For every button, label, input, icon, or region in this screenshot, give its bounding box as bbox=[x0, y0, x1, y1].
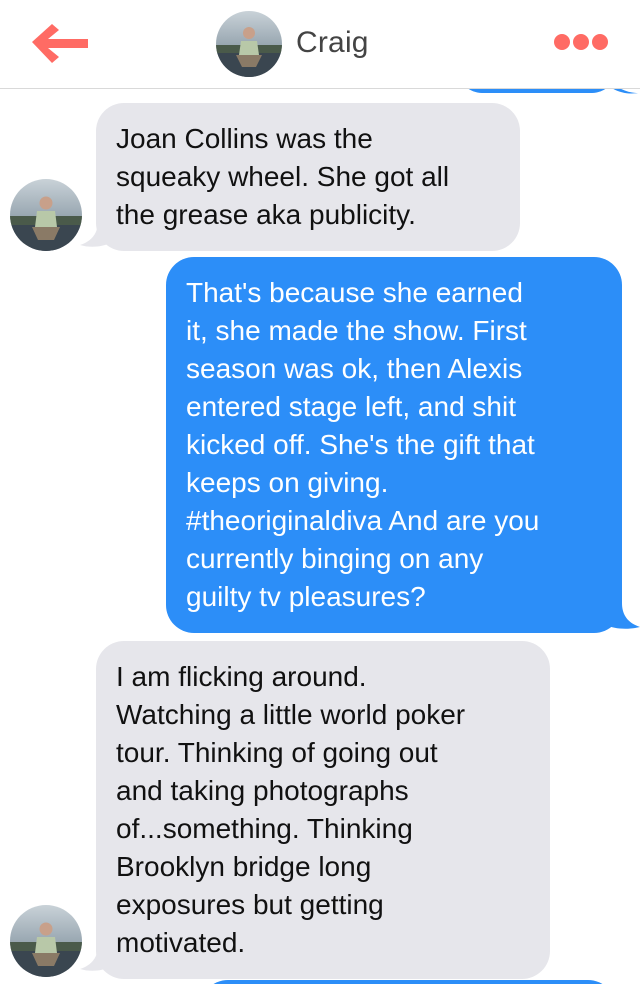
message-line: I am flicking around. bbox=[116, 661, 367, 692]
partial-outgoing-bubble bbox=[200, 980, 616, 984]
message-line: Watching a little world poker bbox=[116, 699, 466, 730]
message-line: Joan Collins was the bbox=[116, 123, 373, 154]
arrow-left-icon bbox=[32, 24, 88, 63]
message-line: #theoriginaldiva And are you bbox=[186, 505, 540, 536]
message-line: guilty tv pleasures? bbox=[186, 581, 426, 612]
incoming-message[interactable]: I am flicking around. Watching a little … bbox=[96, 641, 550, 979]
message-line: That's because she earned bbox=[186, 277, 523, 308]
message-line: it, she made the show. First bbox=[186, 315, 527, 346]
outgoing-message[interactable]: That's because she earned it, she made t… bbox=[166, 257, 622, 633]
partial-outgoing-bubble bbox=[458, 89, 616, 93]
message-line: season was ok, then Alexis bbox=[186, 353, 523, 384]
chat-screen: Craig Joan Collins was the squeaky wheel… bbox=[0, 0, 640, 984]
message-line: keeps on giving. bbox=[186, 467, 389, 498]
ellipsis-icon bbox=[554, 34, 570, 50]
chat-header: Craig bbox=[0, 0, 640, 89]
message-list[interactable]: Joan Collins was the squeaky wheel. She … bbox=[0, 89, 640, 984]
incoming-message[interactable]: Joan Collins was the squeaky wheel. She … bbox=[96, 103, 520, 251]
message-line: currently binging on any bbox=[186, 543, 484, 574]
message-line: tour. Thinking of going out bbox=[116, 737, 438, 768]
sender-avatar[interactable] bbox=[10, 179, 82, 251]
message-line: motivated. bbox=[116, 927, 246, 958]
message-line: kicked off. She's the gift that bbox=[186, 429, 535, 460]
message-line: squeaky wheel. She got all bbox=[116, 161, 450, 192]
bubble-tail bbox=[613, 89, 638, 94]
ellipsis-dot bbox=[592, 34, 608, 50]
back-button[interactable] bbox=[28, 20, 92, 64]
message-line: entered stage left, and shit bbox=[186, 391, 516, 422]
bubble-tail bbox=[606, 603, 640, 629]
message-line: and taking photographs bbox=[116, 775, 409, 806]
contact-name[interactable]: Craig bbox=[296, 26, 369, 60]
more-options-button[interactable] bbox=[548, 28, 612, 56]
message-line: of...something. Thinking bbox=[116, 813, 413, 844]
ellipsis-dot bbox=[573, 34, 589, 50]
message-line: exposures but getting bbox=[116, 889, 384, 920]
contact-avatar[interactable] bbox=[216, 11, 282, 77]
message-line: Brooklyn bridge long bbox=[116, 851, 372, 882]
sender-avatar[interactable] bbox=[10, 905, 82, 977]
message-line: the grease aka publicity. bbox=[116, 199, 416, 230]
